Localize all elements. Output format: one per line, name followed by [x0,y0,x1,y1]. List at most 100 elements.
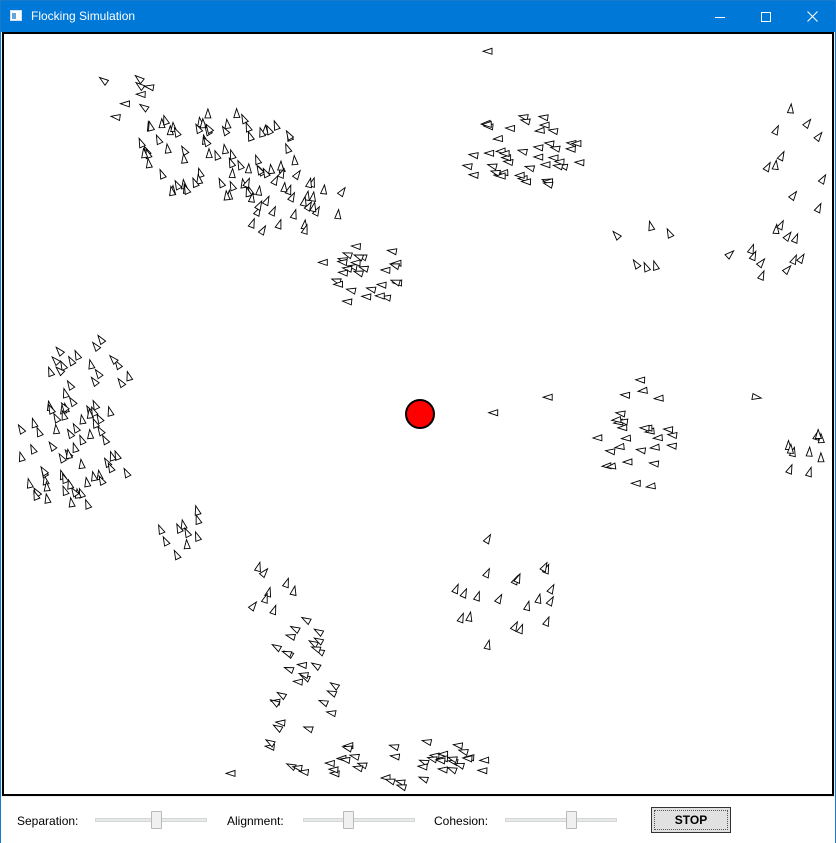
boids-layer [17,47,827,792]
slider-thumb[interactable] [566,811,577,829]
boid [804,466,812,478]
boid [522,599,530,612]
boid [118,100,130,108]
boid [310,662,322,672]
boid [613,442,625,451]
boid [542,615,550,628]
boid [163,114,171,126]
boid [31,417,39,429]
boid [194,504,202,516]
boid [610,415,622,424]
cohesion-label: Cohesion: [434,814,489,828]
boid [619,434,632,442]
boid [467,171,479,179]
boid [666,227,675,239]
boid [461,755,473,763]
boid [325,710,337,718]
boid [334,208,342,220]
boid [274,218,282,230]
boid [629,479,641,488]
close-button[interactable] [789,1,835,32]
slider-track [303,818,415,822]
boid [547,154,559,162]
boid [91,341,102,353]
boid [325,690,338,698]
boid [755,257,766,269]
boid [97,425,106,437]
boid [84,476,92,488]
boid [537,114,549,122]
boid [545,595,555,607]
boid [257,224,267,236]
boid [351,765,364,773]
boid [310,646,322,654]
boid [643,261,652,273]
boid [785,463,793,475]
boid [218,177,227,189]
boid [107,405,115,417]
boid [481,47,493,55]
boid [228,156,237,169]
slider-thumb[interactable] [151,811,162,829]
boid [270,174,279,186]
boid [224,769,236,778]
boid [515,623,524,635]
boid [482,533,492,545]
boid [416,763,428,771]
boid [456,612,464,624]
boid [17,423,27,435]
boid [533,126,545,134]
boid [204,107,212,119]
boid [195,513,203,526]
controls-bar: Separation: Alignment: Cohesion: STOP [1,797,835,843]
boid [302,726,314,734]
boid [476,767,488,775]
boid [224,117,232,130]
slider-thumb[interactable] [343,811,354,829]
boid [665,442,678,450]
boid [272,724,284,734]
boid [504,124,516,133]
boid [180,518,188,530]
boid [619,391,631,399]
boid [573,159,585,167]
alignment-slider[interactable] [303,810,415,830]
slider-track [505,818,617,822]
simulation-canvas[interactable] [2,32,834,796]
boid [375,281,387,289]
boid [281,576,289,589]
boid [348,753,360,761]
boid [126,370,134,382]
boid [782,231,792,243]
cohesion-slider[interactable] [505,810,617,830]
boid [621,458,633,466]
boid [269,603,277,616]
boid [632,258,642,270]
separation-slider[interactable] [95,810,207,830]
boid [802,118,812,130]
boid [36,426,44,438]
boid [491,134,504,143]
predator-marker[interactable] [405,399,435,429]
boid [51,355,62,367]
boid [145,157,153,169]
boid [261,195,270,207]
boid [268,162,276,175]
boid [289,208,297,220]
maximize-button[interactable] [743,1,789,32]
stop-button[interactable]: STOP [651,807,731,833]
boid [539,161,551,169]
boid [72,422,82,434]
boid [776,150,785,162]
minimize-button[interactable] [697,1,743,32]
boid [138,103,150,113]
boid [48,365,56,378]
boid [336,186,346,198]
boid [180,144,190,157]
boid [502,159,514,167]
boid [817,451,825,463]
title-bar[interactable]: Flocking Simulation [1,1,835,32]
boid [67,355,77,367]
boid [549,145,561,153]
boid [277,159,285,171]
